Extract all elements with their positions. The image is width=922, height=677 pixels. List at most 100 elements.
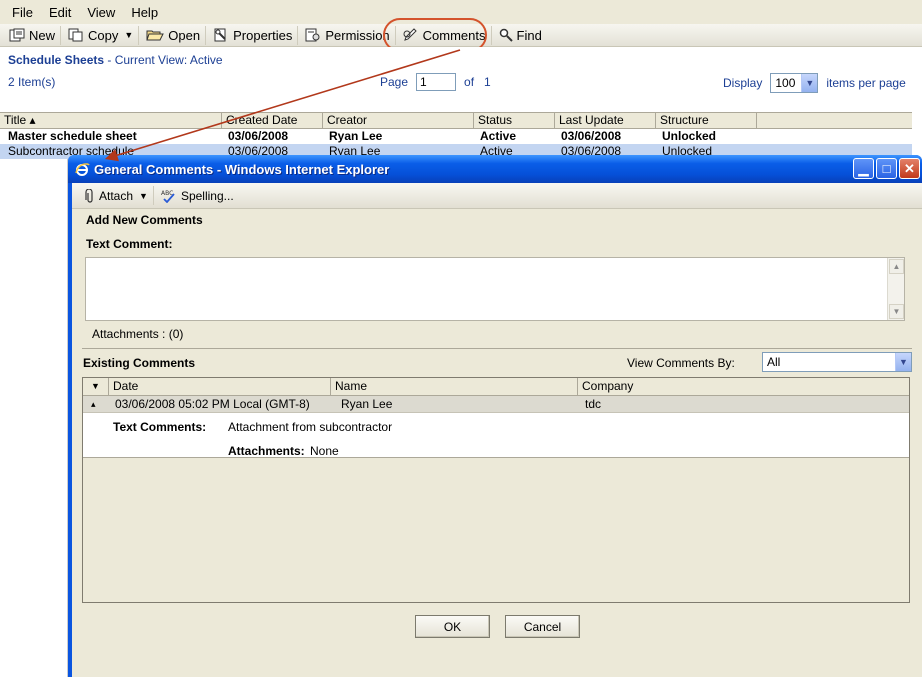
close-button[interactable]: ✕ <box>899 158 920 179</box>
comment-name: Ryan Lee <box>341 397 393 411</box>
text-comments-label: Text Comments: <box>113 420 207 434</box>
col-title[interactable]: Title ▴ <box>0 113 222 128</box>
new-label: New <box>29 27 56 43</box>
spelling-button[interactable]: ABC Spelling... <box>156 186 239 205</box>
per-page-label: items per page <box>826 76 906 90</box>
new-icon <box>9 28 25 42</box>
properties-button[interactable]: Properties <box>208 25 299 45</box>
chevron-down-icon[interactable]: ▼ <box>124 30 133 40</box>
copy-button[interactable]: Copy ▼ <box>63 25 140 45</box>
cancel-button[interactable]: Cancel <box>505 615 580 638</box>
grid-header: Title ▴ Created Date Creator Status Last… <box>0 112 912 129</box>
per-page-select[interactable]: 100 ▼ <box>770 73 819 93</box>
permission-button[interactable]: Permission <box>300 25 396 45</box>
cell-creator: Ryan Lee <box>329 129 383 143</box>
current-view: - Current View: Active <box>104 53 223 67</box>
menu-file[interactable]: File <box>4 5 41 20</box>
close-icon: ✕ <box>904 160 915 176</box>
minimize-button[interactable]: ▁ <box>853 158 874 179</box>
chevron-down-icon[interactable]: ▼ <box>139 191 148 201</box>
search-icon <box>499 28 513 42</box>
menu-view[interactable]: View <box>79 5 123 20</box>
view-comments-value: All <box>767 355 781 369</box>
menu-edit[interactable]: Edit <box>41 5 79 20</box>
cell-title: Master schedule sheet <box>8 129 137 143</box>
display-label: Display <box>723 76 763 90</box>
cell-status: Active <box>480 129 517 143</box>
comment-detail: Text Comments: Attachment from subcontra… <box>83 413 909 458</box>
comment-date: 03/06/2008 05:02 PM Local (GMT-8) <box>115 397 310 411</box>
col-creator[interactable]: Creator <box>323 113 474 128</box>
page-label: Page <box>380 75 409 89</box>
window-title: General Comments - Windows Internet Expl… <box>94 161 390 177</box>
breadcrumb: Schedule Sheets - Current View: Active <box>8 53 223 67</box>
spelling-label: Spelling... <box>180 188 234 203</box>
sort-toggle[interactable]: ▼ <box>83 378 109 395</box>
comments-grid: ▼ Date Name Company ▴ 03/06/2008 05:02 P… <box>82 377 910 603</box>
maximize-button[interactable]: □ <box>876 158 897 179</box>
col-filler <box>757 113 912 128</box>
attachments-label: Attachments: <box>228 444 305 458</box>
section-title[interactable]: Schedule Sheets <box>8 53 104 67</box>
spellcheck-icon: ABC <box>161 190 175 203</box>
add-new-comments-heading: Add New Comments <box>86 213 203 227</box>
folder-open-icon <box>146 30 165 41</box>
col-name[interactable]: Name <box>331 378 578 395</box>
attachments-value: None <box>310 444 339 458</box>
comment-row[interactable]: ▴ 03/06/2008 05:02 PM Local (GMT-8) Ryan… <box>83 396 909 413</box>
cell-structure: Unlocked <box>662 129 717 143</box>
col-last-update[interactable]: Last Update <box>555 113 656 128</box>
view-by-label: View Comments By: <box>627 356 735 370</box>
col-company[interactable]: Company <box>578 378 909 395</box>
comments-grid-header: ▼ Date Name Company <box>83 378 909 396</box>
scroll-down-icon[interactable]: ▼ <box>889 304 904 319</box>
textarea-scrollbar[interactable]: ▲ ▼ <box>887 258 904 320</box>
col-date[interactable]: Date <box>109 378 331 395</box>
window-titlebar[interactable]: General Comments - Windows Internet Expl… <box>68 155 922 183</box>
list-header: Schedule Sheets - Current View: Active 2… <box>0 47 922 111</box>
list-body-area <box>0 159 68 677</box>
col-status[interactable]: Status <box>474 113 555 128</box>
ok-button[interactable]: OK <box>415 615 490 638</box>
existing-comments-heading: Existing Comments <box>83 356 196 370</box>
permission-icon <box>305 28 320 42</box>
col-created-date[interactable]: Created Date <box>222 113 323 128</box>
page-input[interactable]: 1 <box>416 73 457 91</box>
properties-label: Properties <box>233 27 293 43</box>
text-comments-value: Attachment from subcontractor <box>228 420 393 434</box>
col-structure[interactable]: Structure <box>656 113 757 128</box>
scroll-up-icon[interactable]: ▲ <box>889 259 904 274</box>
page-total: 1 <box>484 75 491 89</box>
find-label: Find <box>516 27 542 43</box>
find-button[interactable]: Find <box>494 26 547 45</box>
divider <box>82 348 912 349</box>
comments-toolbar: Attach ▼ ABC Spelling... <box>72 183 922 209</box>
chevron-down-icon[interactable]: ▼ <box>895 353 911 371</box>
display-per-page: Display 100 ▼ items per page <box>723 73 906 93</box>
view-comments-select[interactable]: All ▼ <box>762 352 912 372</box>
ie-logo-icon <box>75 163 90 176</box>
text-comment-input[interactable]: ▲ ▼ <box>85 257 905 321</box>
permission-label: Permission <box>325 27 390 43</box>
attach-label: Attach <box>99 188 134 203</box>
of-label: of <box>464 75 475 89</box>
collapse-toggle-icon[interactable]: ▴ <box>83 396 109 412</box>
open-button[interactable]: Open <box>141 25 207 45</box>
comment-company: tdc <box>585 397 602 411</box>
cell-last-update: 03/06/2008 <box>561 129 622 143</box>
copy-icon <box>68 28 83 42</box>
text-comment-label: Text Comment: <box>86 237 173 251</box>
properties-icon <box>214 28 226 42</box>
table-row[interactable]: Master schedule sheet 03/06/2008 Ryan Le… <box>0 129 912 144</box>
menu-help[interactable]: Help <box>123 5 166 20</box>
new-button[interactable]: New <box>4 25 62 45</box>
paperclip-icon <box>85 188 93 203</box>
window-client: Attach ▼ ABC Spelling... Add New Comment… <box>72 183 922 677</box>
minimize-icon: ▁ <box>858 160 869 176</box>
attachments-count: Attachments : (0) <box>92 327 184 341</box>
copy-label: Copy <box>88 27 119 43</box>
attach-button[interactable]: Attach ▼ <box>80 186 154 205</box>
chevron-down-icon[interactable]: ▼ <box>801 74 818 92</box>
pager: Page 1 of 1 <box>380 73 491 91</box>
comments-window: General Comments - Windows Internet Expl… <box>68 155 922 677</box>
